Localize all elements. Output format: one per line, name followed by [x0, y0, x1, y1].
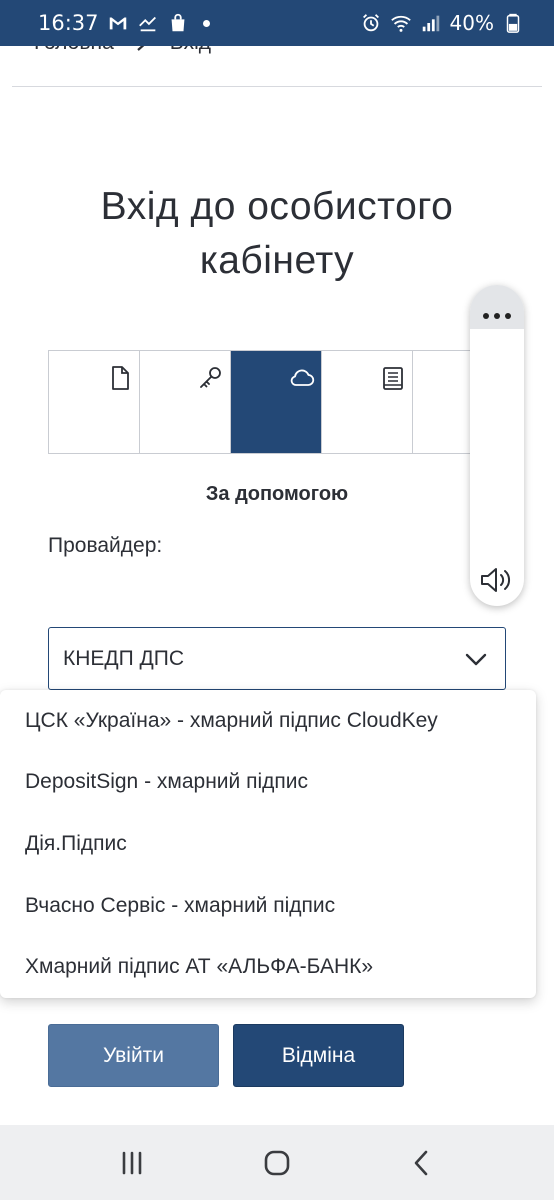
- cancel-button[interactable]: Відміна: [233, 1024, 404, 1087]
- provider-option-vchasno[interactable]: Вчасно Сервіс - хмарний підпис: [0, 875, 536, 937]
- missed-call-icon: [137, 12, 159, 34]
- provider-selected-value: КНЕДП ДПС: [63, 646, 185, 670]
- provider-option-depositsign[interactable]: DepositSign - хмарний підпис: [0, 752, 536, 814]
- battery-percent: 40%: [449, 11, 494, 35]
- chevron-down-icon: [465, 653, 487, 665]
- provider-option-cloudkey[interactable]: ЦСК «Україна» - хмарний підпис CloudKey: [0, 690, 536, 752]
- page-title: Вхід до особистого кабінету: [40, 180, 514, 288]
- back-icon[interactable]: [407, 1148, 437, 1178]
- recent-apps-icon[interactable]: [117, 1148, 147, 1178]
- login-method-tabs: [48, 350, 508, 454]
- key-icon: [200, 367, 221, 388]
- home-icon[interactable]: [262, 1148, 292, 1178]
- tab-book[interactable]: [322, 351, 413, 453]
- login-button[interactable]: Увійти: [48, 1024, 219, 1087]
- tab-file-key[interactable]: [49, 351, 140, 453]
- notification-dot: [202, 19, 210, 27]
- speaker-icon[interactable]: [480, 565, 514, 595]
- provider-dropdown: ЦСК «Україна» - хмарний підпис CloudKey …: [0, 690, 536, 998]
- status-bar: 16:37 40%: [0, 0, 554, 46]
- tab-cloud-signature[interactable]: [231, 351, 322, 453]
- wifi-icon: [390, 12, 412, 34]
- status-time: 16:37: [38, 11, 99, 35]
- accessibility-widget[interactable]: [470, 285, 524, 606]
- alarm-icon: [360, 12, 382, 34]
- page-title-line1: Вхід до особистого: [100, 185, 454, 228]
- status-left: 16:37: [38, 11, 210, 35]
- signal-icon: [420, 12, 442, 34]
- file-icon: [112, 366, 129, 390]
- header-divider: [12, 86, 542, 87]
- tab-hardware-key[interactable]: [140, 351, 231, 453]
- battery-icon: [502, 12, 524, 34]
- provider-select[interactable]: КНЕДП ДПС: [48, 627, 506, 690]
- system-nav-bar: [0, 1125, 554, 1200]
- book-icon: [383, 367, 403, 390]
- shopping-bag-icon: [167, 12, 189, 34]
- provider-option-diia[interactable]: Дія.Підпис: [0, 813, 536, 875]
- method-subtitle: За допомогою: [205, 483, 349, 505]
- provider-option-alfa-bank[interactable]: Хмарний підпис АТ «АЛЬФА-БАНК»: [0, 936, 536, 998]
- more-options-icon[interactable]: [470, 285, 524, 329]
- status-right: 40%: [360, 11, 524, 35]
- cloud-icon: [290, 369, 315, 386]
- page-title-line2: кабінету: [199, 239, 355, 282]
- gmail-icon: [107, 12, 129, 34]
- provider-label: Провайдер:: [48, 534, 163, 557]
